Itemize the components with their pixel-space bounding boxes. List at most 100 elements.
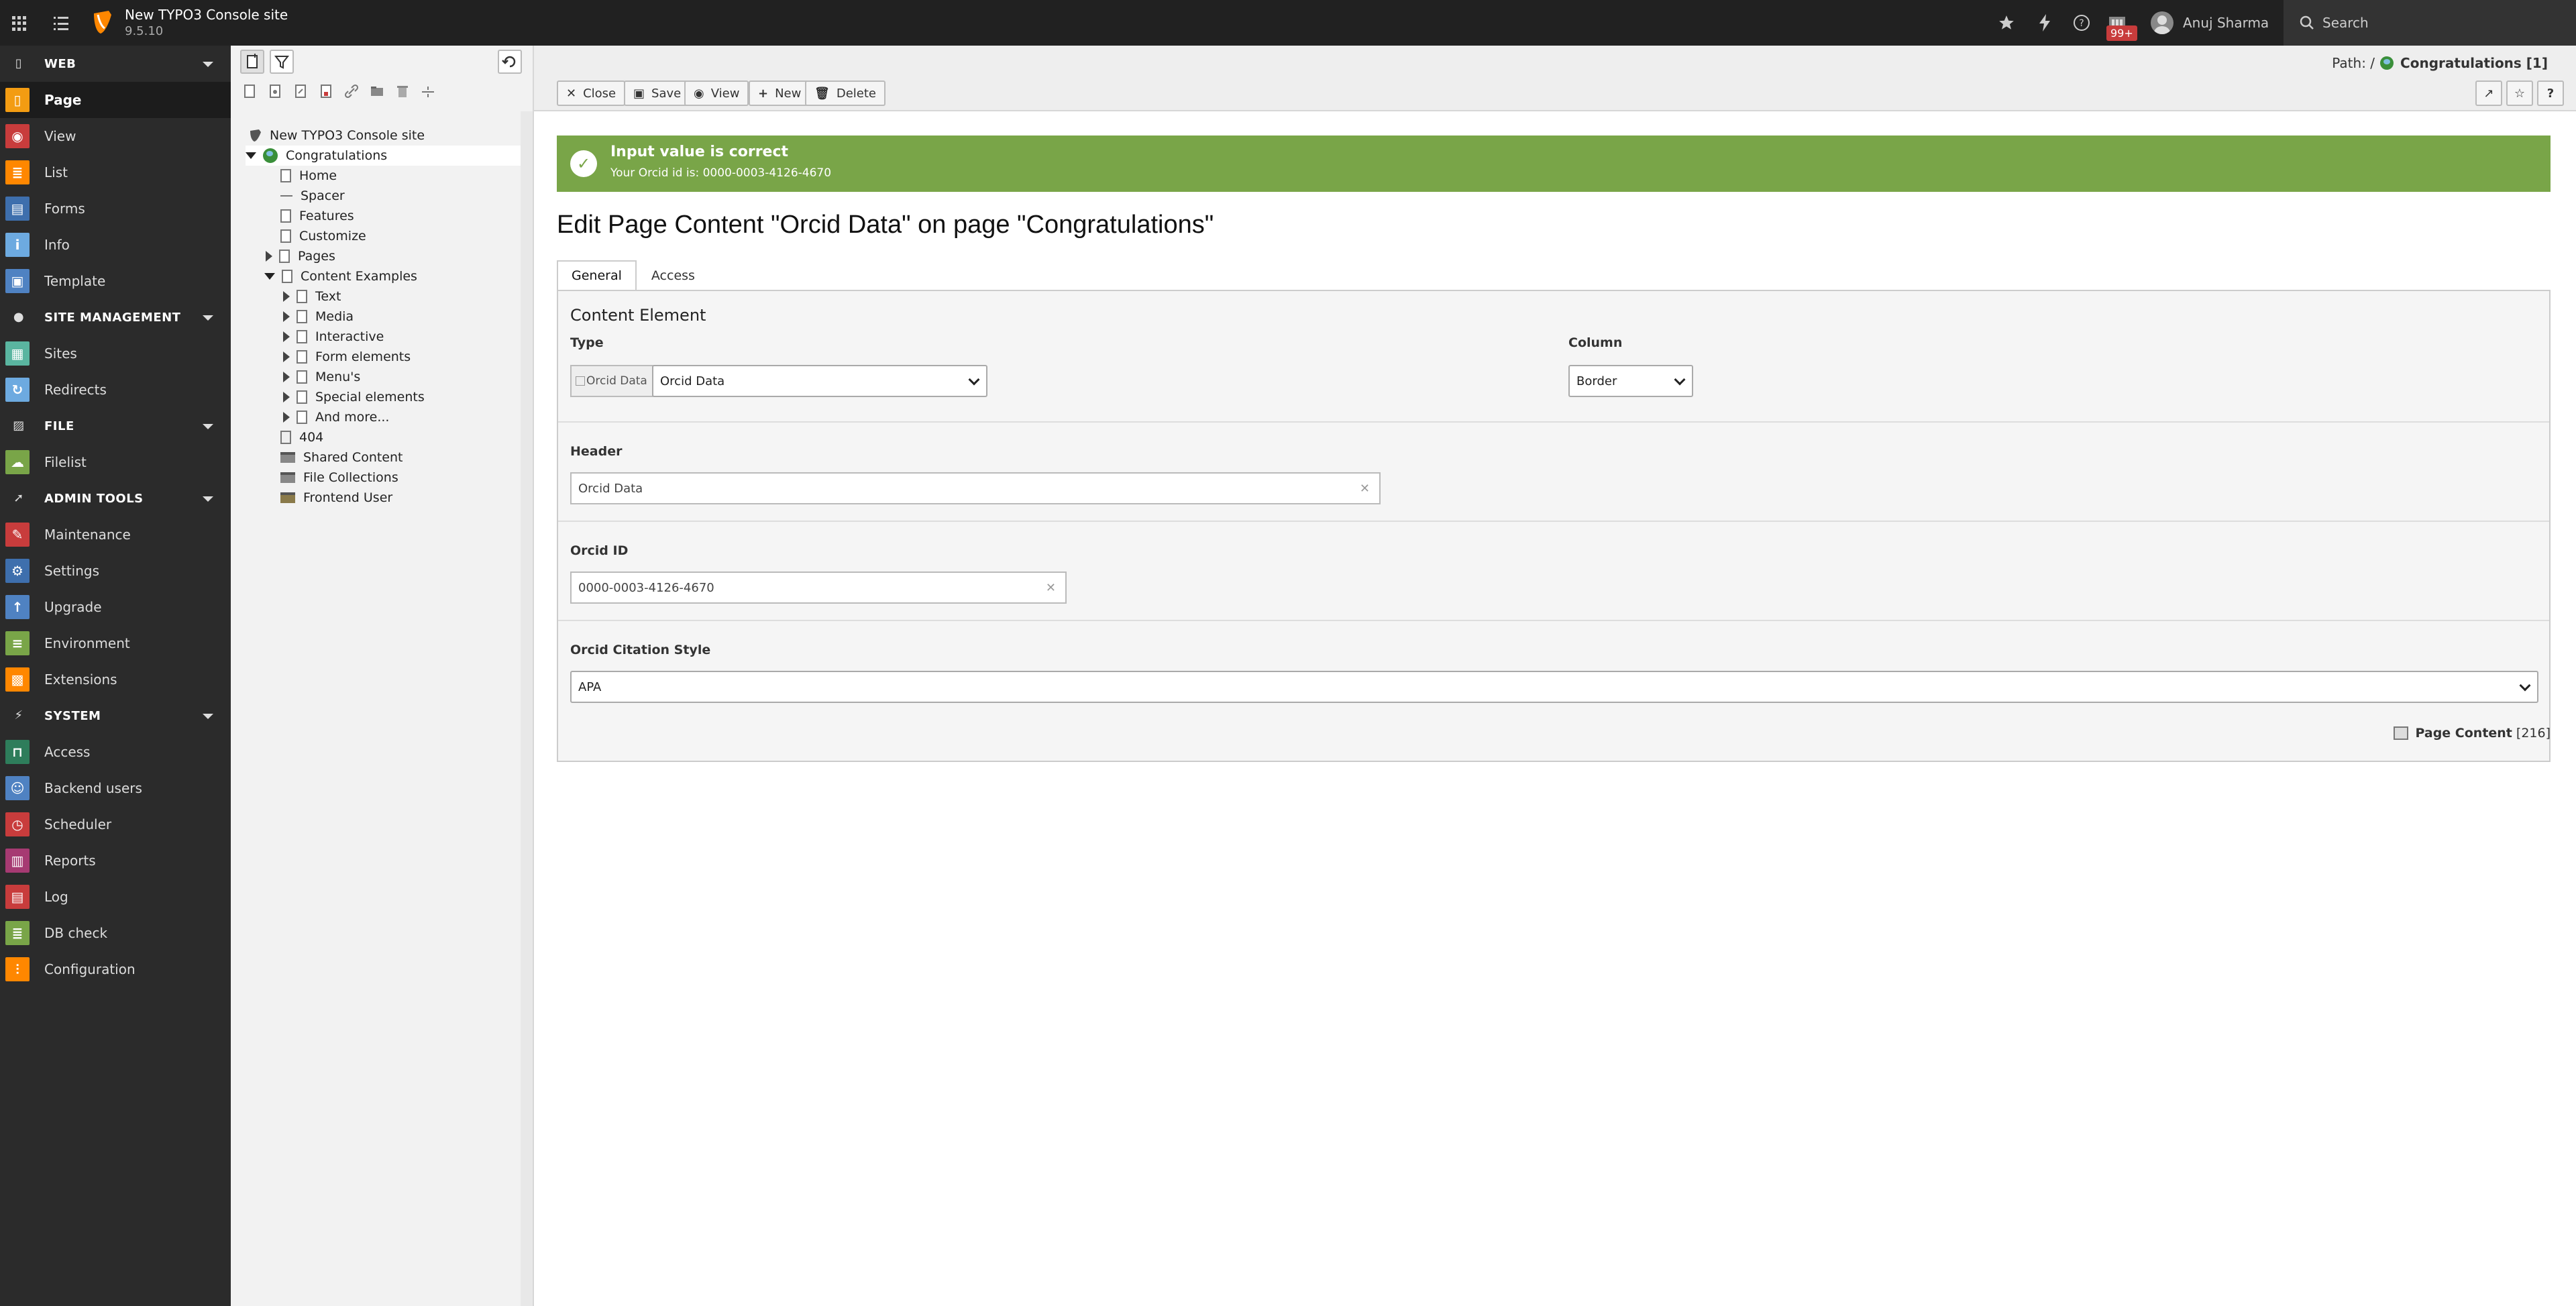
tree-node-frontend-user[interactable]: Frontend User (280, 488, 392, 508)
module-filelist[interactable]: ☁ Filelist (0, 444, 231, 480)
doktype-recycler-icon[interactable] (394, 83, 411, 101)
tree-node-and-more[interactable]: And more... (283, 407, 389, 427)
tab-access[interactable]: Access (637, 260, 710, 291)
tree-scrollbar[interactable] (521, 111, 533, 1306)
delete-button[interactable]: 🗑 Delete (805, 80, 886, 106)
doktype-backend-user-icon[interactable] (267, 83, 283, 101)
expand-icon[interactable] (283, 351, 290, 362)
close-button[interactable]: ✕ Close (557, 80, 626, 106)
group-admin-tools[interactable]: ➚ ADMIN TOOLS (0, 480, 231, 516)
module-reports[interactable]: ▥ Reports (0, 842, 231, 879)
expand-icon[interactable] (266, 251, 272, 262)
doktype-standard-icon[interactable] (241, 83, 258, 101)
tab-general[interactable]: General (557, 260, 637, 291)
expand-icon[interactable] (283, 291, 290, 302)
apps-grid-icon[interactable] (11, 15, 28, 32)
list-toggle-icon[interactable] (52, 16, 70, 31)
doktype-spacer-icon[interactable] (420, 83, 436, 101)
expand-icon[interactable] (283, 311, 290, 322)
tree-node-404[interactable]: 404 (280, 427, 323, 447)
tree-node-text[interactable]: Text (283, 286, 341, 307)
tree-node-congratulations[interactable]: Congratulations (246, 146, 523, 166)
help-icon[interactable]: ? (2073, 0, 2090, 46)
citation-style-select[interactable]: APA (570, 671, 2538, 703)
module-scheduler[interactable]: ◷ Scheduler (0, 806, 231, 842)
group-label: ADMIN TOOLS (44, 491, 144, 506)
clear-icon[interactable]: ✕ (1046, 581, 1056, 595)
expand-icon[interactable] (283, 392, 290, 402)
group-file[interactable]: ▨ FILE (0, 408, 231, 444)
tree-node-form-elements[interactable]: Form elements (283, 347, 411, 367)
module-maintenance[interactable]: ✎ Maintenance (0, 516, 231, 553)
module-settings[interactable]: ⚙ Settings (0, 553, 231, 589)
filter-button[interactable] (270, 50, 294, 74)
module-backend-users[interactable]: ☺ Backend users (0, 770, 231, 806)
save-button[interactable]: ▣ Save (624, 80, 691, 106)
new-page-toggle-button[interactable] (240, 50, 264, 74)
module-list[interactable]: ≣ List (0, 154, 231, 191)
orcid-id-value: 0000-0003-4126-4670 (578, 580, 714, 595)
module-redirects[interactable]: ↻ Redirects (0, 372, 231, 408)
collapse-icon[interactable] (264, 273, 275, 280)
tree-node-special-elements[interactable]: Special elements (283, 387, 425, 407)
module-access[interactable]: ⊓ Access (0, 734, 231, 770)
doktype-folder-icon[interactable] (369, 83, 385, 101)
tree-node-menus[interactable]: Menu's (283, 367, 360, 387)
expand-icon[interactable] (283, 372, 290, 382)
bookmark-button[interactable]: ☆ (2506, 80, 2533, 106)
expand-icon[interactable] (283, 412, 290, 423)
expand-icon[interactable] (283, 331, 290, 342)
module-upgrade[interactable]: ↑ Upgrade (0, 589, 231, 625)
tree-node-media[interactable]: Media (283, 307, 354, 327)
module-info[interactable]: i Info (0, 227, 231, 263)
search-input[interactable]: Search (2284, 0, 2576, 46)
new-button[interactable]: + New (749, 80, 811, 106)
module-forms[interactable]: ▤ Forms (0, 191, 231, 227)
group-web[interactable]: ▯ WEB (0, 46, 231, 82)
header-input[interactable]: Orcid Data ✕ (570, 472, 1381, 504)
module-configuration[interactable]: ⫶ Configuration (0, 951, 231, 987)
doktype-link-icon[interactable] (343, 83, 360, 101)
tree-node-shared-content[interactable]: Shared Content (280, 447, 403, 468)
module-sites[interactable]: ▦ Sites (0, 335, 231, 372)
tree-node-pages[interactable]: Pages (266, 246, 335, 266)
tree-node-file-collections[interactable]: File Collections (280, 468, 398, 488)
tree-node-features[interactable]: Features (280, 206, 354, 226)
group-system[interactable]: ⚡ SYSTEM (0, 698, 231, 734)
tree-root[interactable]: New TYPO3 Console site (248, 125, 425, 146)
tree-node-spacer[interactable]: Spacer (280, 186, 345, 206)
module-db-check[interactable]: ≣ DB check (0, 915, 231, 951)
module-log[interactable]: ▤ Log (0, 879, 231, 915)
site-title[interactable]: New TYPO3 Console site (125, 7, 288, 23)
module-page[interactable]: ▯ Page (0, 82, 231, 118)
tree-node-customize[interactable]: Customize (280, 226, 366, 246)
refresh-tree-button[interactable] (498, 50, 522, 74)
tree-node-home[interactable]: Home (280, 166, 337, 186)
module-environment[interactable]: ≡ Environment (0, 625, 231, 661)
doktype-shortcut-icon[interactable] (292, 83, 309, 101)
tree-node-content-examples[interactable]: Content Examples (264, 266, 417, 286)
module-label: Redirects (44, 382, 107, 398)
flash-icon[interactable] (2038, 0, 2051, 46)
typo3-logo-icon[interactable] (91, 9, 114, 35)
tree-node-interactive[interactable]: Interactive (283, 327, 384, 347)
column-label: Column (1568, 335, 1623, 350)
module-extensions[interactable]: ▩ Extensions (0, 661, 231, 698)
module-view[interactable]: ◉ View (0, 118, 231, 154)
column-select[interactable]: Border (1568, 365, 1693, 397)
bookmark-star-icon[interactable] (1998, 0, 2015, 46)
path-page[interactable]: Congratulations [1] (2400, 55, 2548, 71)
orcid-id-input[interactable]: 0000-0003-4126-4670 ✕ (570, 572, 1067, 604)
clear-icon[interactable]: ✕ (1360, 482, 1370, 496)
help-button[interactable]: ? (2537, 80, 2564, 106)
view-button[interactable]: ◉ View (684, 80, 749, 106)
group-site-management[interactable]: ● SITE MANAGEMENT (0, 299, 231, 335)
type-select[interactable]: Orcid Data (652, 365, 987, 397)
user-menu[interactable]: Anuj Sharma (2151, 0, 2269, 46)
tree-label: Congratulations (286, 148, 388, 163)
open-new-window-button[interactable]: ↗ (2475, 80, 2502, 106)
template-icon: ▣ (5, 269, 30, 293)
module-template[interactable]: ▣ Template (0, 263, 231, 299)
collapse-icon[interactable] (246, 152, 256, 159)
doktype-mountpoint-icon[interactable] (318, 83, 334, 101)
